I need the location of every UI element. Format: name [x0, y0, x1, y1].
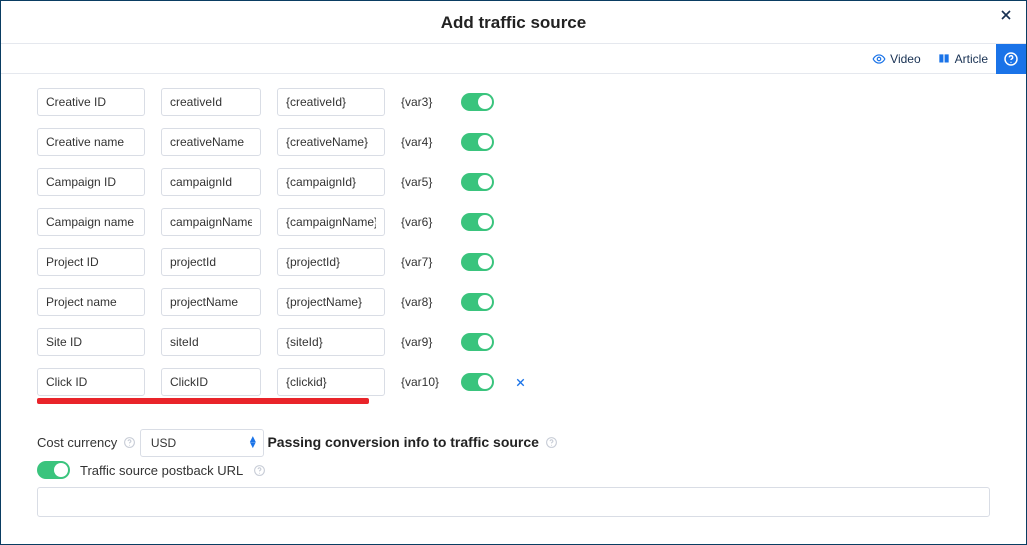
postback-label: Traffic source postback URL — [80, 463, 243, 478]
param-name-input[interactable] — [37, 248, 145, 276]
param-toggle[interactable] — [461, 93, 494, 111]
param-token-input[interactable] — [277, 368, 385, 396]
help-icon[interactable] — [253, 464, 266, 477]
param-key-input[interactable] — [161, 288, 261, 316]
param-row: {var4} — [37, 128, 990, 156]
param-key-input[interactable] — [161, 368, 261, 396]
var-label: {var6} — [401, 215, 445, 229]
cost-currency-label: Cost currency — [37, 435, 136, 450]
param-key-input[interactable] — [161, 128, 261, 156]
param-row: {var6} — [37, 208, 990, 236]
param-token-input[interactable] — [277, 168, 385, 196]
help-icon[interactable] — [123, 436, 136, 449]
param-token-input[interactable] — [277, 88, 385, 116]
postback-url-input[interactable] — [37, 487, 990, 517]
param-name-input[interactable] — [37, 368, 145, 396]
param-toggle[interactable] — [461, 373, 494, 391]
param-token-input[interactable] — [277, 208, 385, 236]
var-label: {var8} — [401, 295, 445, 309]
param-key-input[interactable] — [161, 168, 261, 196]
var-label: {var4} — [401, 135, 445, 149]
param-token-input[interactable] — [277, 128, 385, 156]
param-toggle[interactable] — [461, 173, 494, 191]
book-icon — [937, 52, 951, 66]
param-row: {var10} — [37, 368, 990, 396]
param-name-input[interactable] — [37, 208, 145, 236]
remove-row-button[interactable] — [514, 376, 527, 389]
video-label: Video — [890, 52, 920, 66]
var-label: {var9} — [401, 335, 445, 349]
var-label: {var10} — [401, 375, 445, 389]
postback-toggle[interactable] — [37, 461, 70, 479]
var-label: {var3} — [401, 95, 445, 109]
close-button[interactable] — [998, 7, 1014, 23]
param-name-input[interactable] — [37, 168, 145, 196]
param-toggle[interactable] — [461, 253, 494, 271]
param-row: {var3} — [37, 88, 990, 116]
modal-title: Add traffic source — [1, 13, 1026, 33]
param-toggle[interactable] — [461, 333, 494, 351]
param-row: {var7} — [37, 248, 990, 276]
var-label: {var7} — [401, 255, 445, 269]
param-key-input[interactable] — [161, 88, 261, 116]
param-toggle[interactable] — [461, 213, 494, 231]
video-link[interactable]: Video — [864, 52, 928, 66]
param-toggle[interactable] — [461, 293, 494, 311]
help-button[interactable] — [996, 44, 1026, 74]
help-toolbar: Video Article — [1, 44, 1026, 74]
param-token-input[interactable] — [277, 328, 385, 356]
var-label: {var5} — [401, 175, 445, 189]
param-token-input[interactable] — [277, 288, 385, 316]
param-name-input[interactable] — [37, 328, 145, 356]
param-name-input[interactable] — [37, 128, 145, 156]
help-icon[interactable] — [545, 436, 558, 449]
article-label: Article — [955, 52, 988, 66]
param-name-input[interactable] — [37, 288, 145, 316]
param-name-input[interactable] — [37, 88, 145, 116]
param-token-input[interactable] — [277, 248, 385, 276]
param-row: {var8} — [37, 288, 990, 316]
param-row: {var5} — [37, 168, 990, 196]
question-icon — [1003, 51, 1019, 67]
param-key-input[interactable] — [161, 208, 261, 236]
param-key-input[interactable] — [161, 328, 261, 356]
eye-icon — [872, 52, 886, 66]
param-row: {var9} — [37, 328, 990, 356]
close-icon — [514, 376, 527, 389]
close-icon — [998, 7, 1014, 23]
param-key-input[interactable] — [161, 248, 261, 276]
modal-body[interactable]: {var3} {var4} {var5} {var6} {var7} {var8} {var… — [1, 74, 1026, 544]
cost-currency-select[interactable]: USD — [140, 429, 264, 457]
param-toggle[interactable] — [461, 133, 494, 151]
passing-section-title: Passing conversion info to traffic sourc… — [267, 434, 558, 450]
article-link[interactable]: Article — [929, 52, 996, 66]
